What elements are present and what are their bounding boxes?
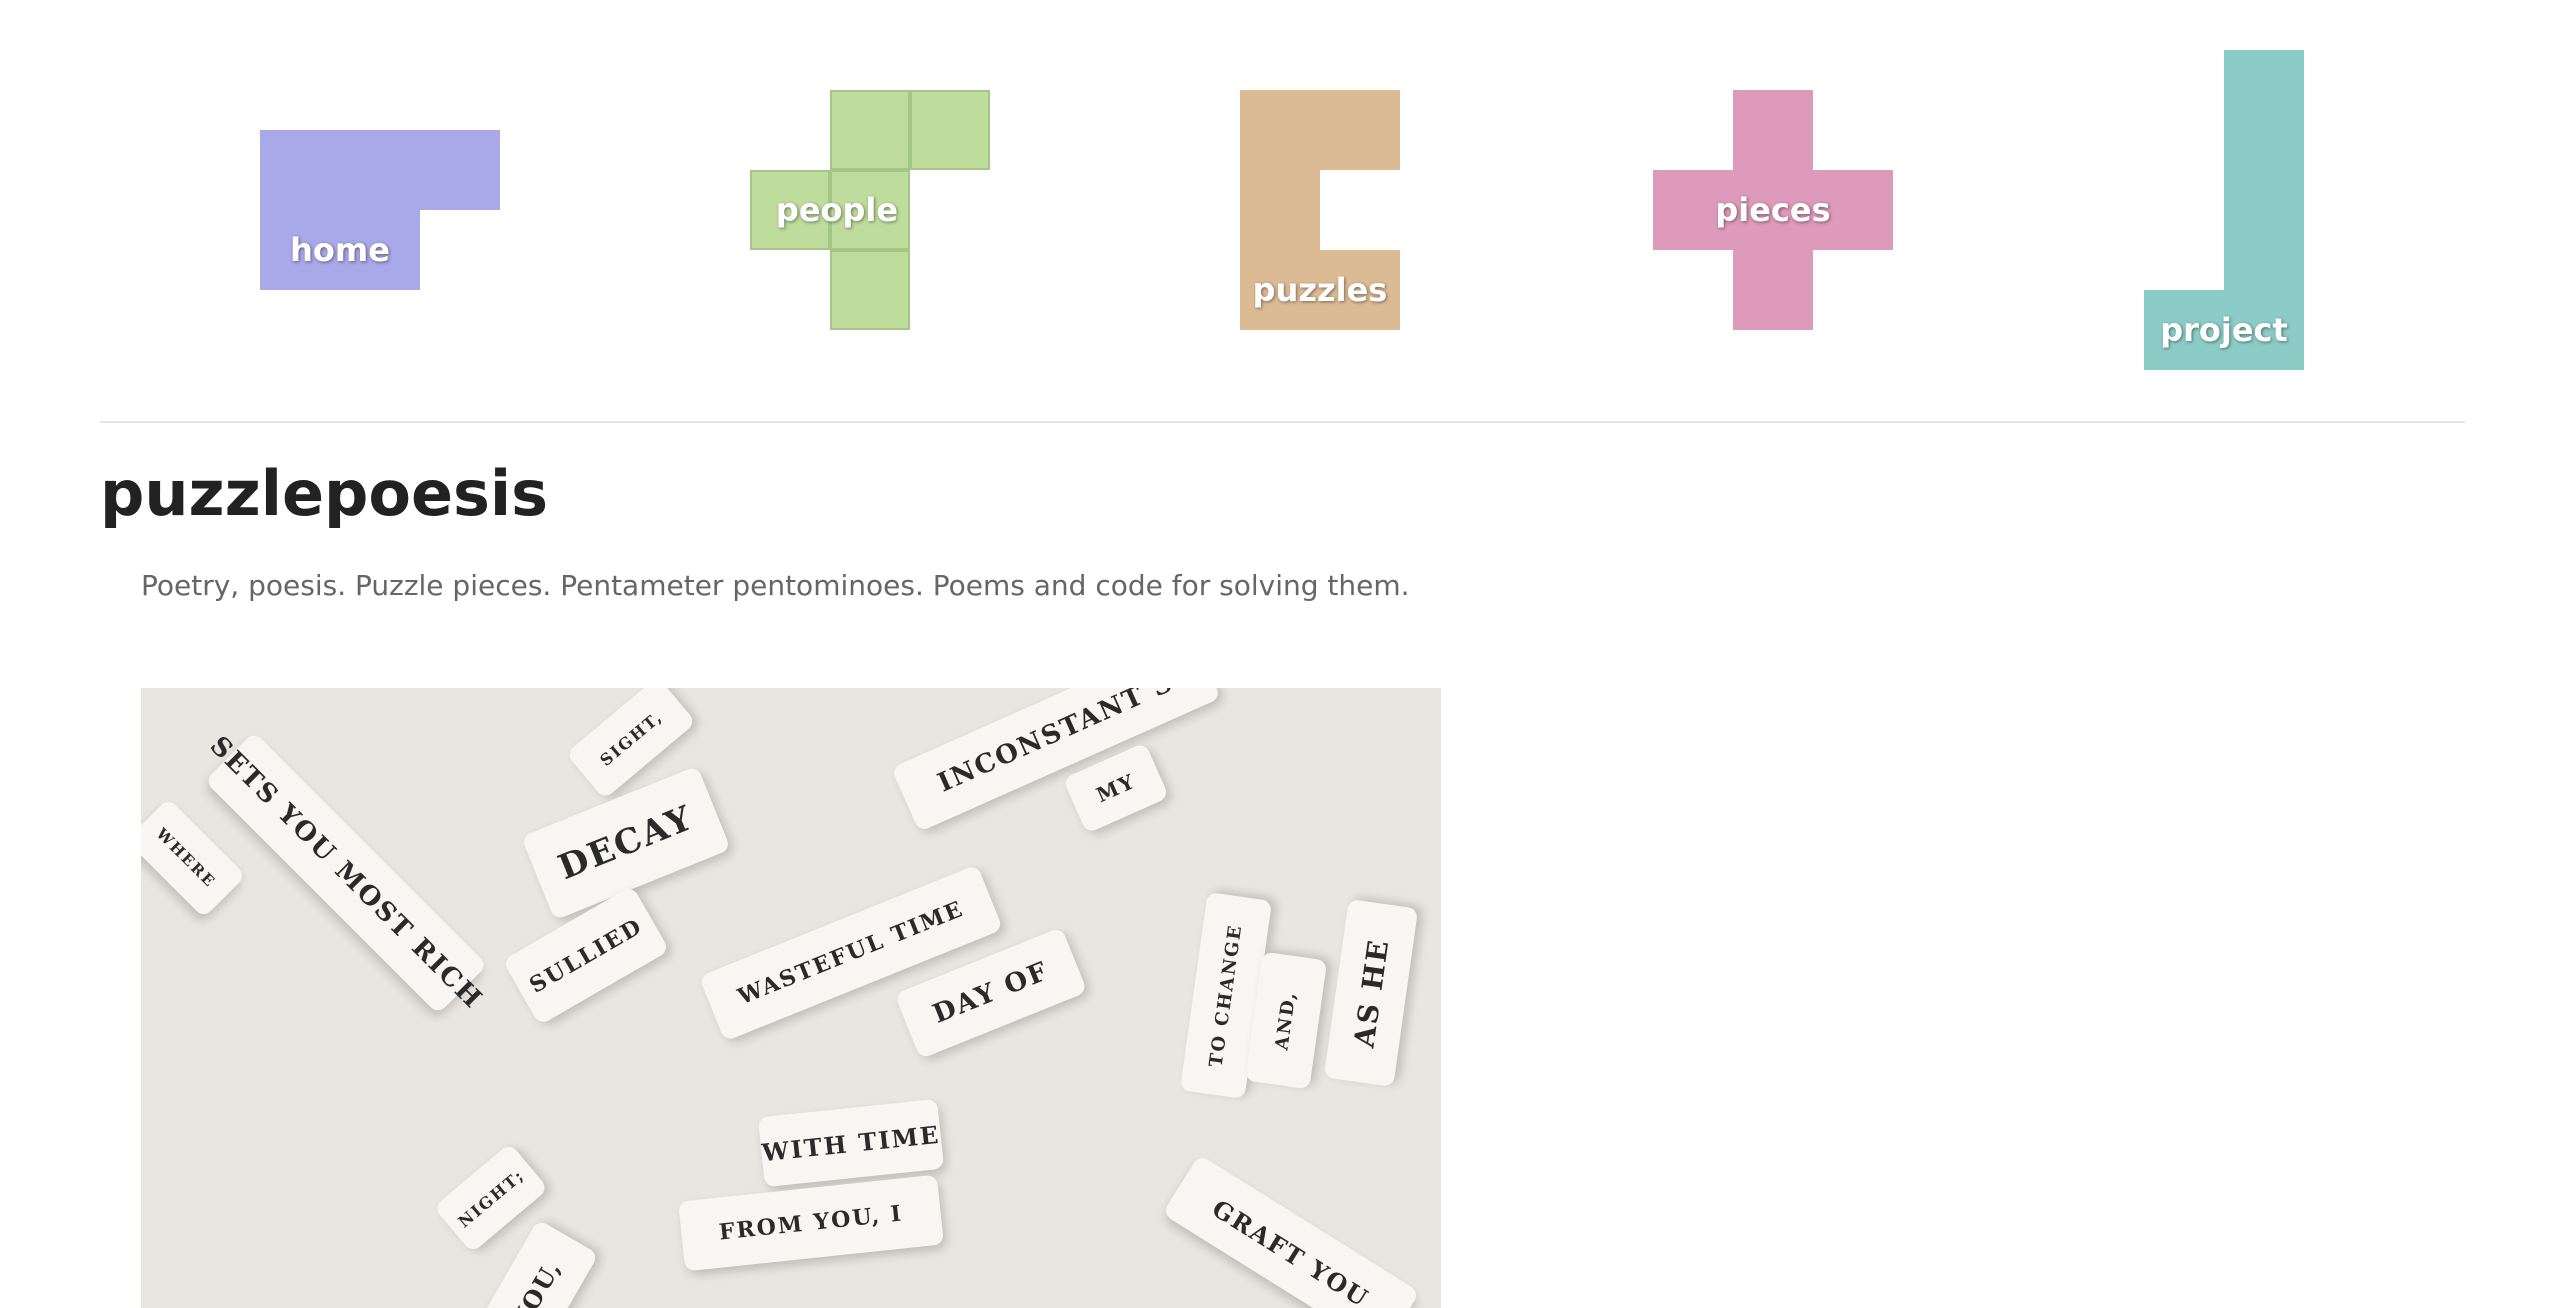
page-title: puzzlepoesis: [100, 457, 549, 530]
pentomino-cell: [1240, 90, 1320, 170]
nav-puzzles-label: puzzles: [1252, 271, 1388, 309]
pentomino-cell: [830, 250, 910, 330]
photo-tile: Where: [141, 797, 247, 919]
header-divider: [100, 421, 2465, 423]
pentomino-cell: [830, 90, 910, 170]
photo-tile: with Time: [757, 1098, 945, 1188]
pentomino-cell: [340, 130, 420, 210]
photo-tile: from you, I: [678, 1174, 944, 1272]
pentomino-cell: [260, 130, 340, 210]
photo-tile: graft you: [1162, 1154, 1420, 1308]
pentomino-nav: home people puzzles pieces project: [0, 0, 2560, 420]
photo-tile: As he: [1323, 899, 1419, 1087]
page-tagline: Poetry, poesis. Puzzle pieces. Pentamete…: [141, 569, 1410, 602]
nav-home-piece[interactable]: home: [260, 130, 500, 290]
pentomino-cell: [1240, 170, 1320, 250]
nav-people-piece[interactable]: people: [750, 90, 990, 330]
nav-pieces-label: pieces: [1715, 191, 1831, 229]
pentomino-cell: [2224, 210, 2304, 290]
pentomino-cell: [420, 130, 500, 210]
nav-puzzles-piece[interactable]: puzzles: [1240, 90, 1400, 330]
photo-tile: Sets you most rich: [203, 730, 489, 1016]
pentomino-cell: [2224, 50, 2304, 130]
nav-project-label: project: [2160, 311, 2288, 349]
pentomino-cell: [1733, 90, 1813, 170]
nav-people-label: people: [775, 191, 899, 229]
pentomino-poetry-photo: Sets you most rich Where sight, Decay su…: [141, 688, 1441, 1308]
photo-tile: inconstant s: [891, 688, 1221, 833]
nav-home-label: home: [290, 231, 390, 269]
pentomino-cell: [2224, 130, 2304, 210]
pentomino-cell: [1320, 90, 1400, 170]
nav-pieces-piece[interactable]: pieces: [1653, 90, 1893, 330]
pentomino-cell: [910, 90, 990, 170]
pentomino-cell: [1733, 250, 1813, 330]
nav-project-piece[interactable]: project: [2144, 50, 2304, 370]
